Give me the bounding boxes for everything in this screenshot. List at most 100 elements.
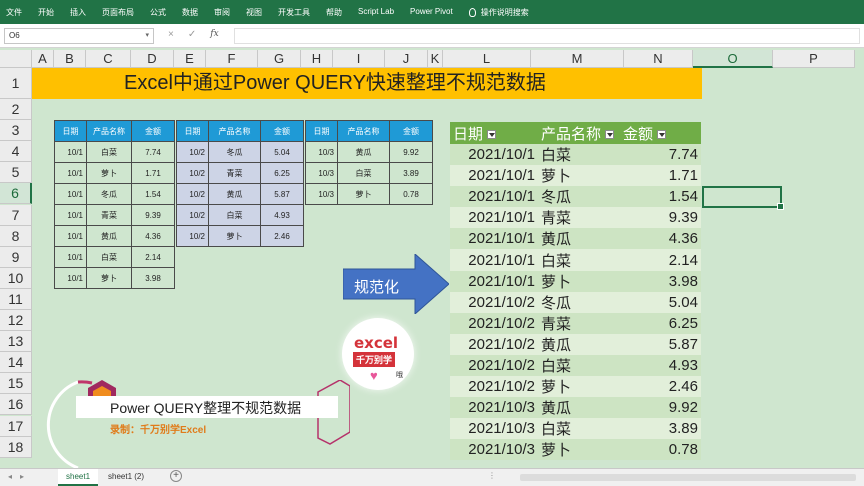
amount-cell[interactable]: 7.74	[620, 144, 701, 166]
amount-cell[interactable]: 0.78	[389, 183, 433, 205]
amount-cell[interactable]: 5.87	[260, 183, 304, 205]
amount-cell[interactable]: 6.25	[260, 162, 304, 184]
product-cell[interactable]: 萝卜	[337, 183, 390, 205]
amount-cell[interactable]: 1.54	[131, 183, 175, 205]
product-cell[interactable]: 黄瓜	[337, 141, 390, 163]
amount-cell[interactable]: 5.04	[260, 141, 304, 163]
product-cell[interactable]: 萝卜	[86, 267, 132, 289]
column-header-n[interactable]: N	[624, 50, 693, 68]
ribbon-tab[interactable]: Script Lab	[358, 7, 394, 18]
product-cell[interactable]: 白菜	[86, 141, 132, 163]
product-cell[interactable]: 萝卜	[538, 270, 620, 292]
amount-cell[interactable]: 4.36	[620, 228, 701, 250]
amount-cell[interactable]: 0.78	[620, 439, 701, 461]
row-header-15[interactable]: 15	[0, 373, 32, 395]
amount-cell[interactable]: 3.98	[131, 267, 175, 289]
amount-cell[interactable]: 4.93	[620, 354, 701, 377]
row-header-8[interactable]: 8	[0, 225, 32, 247]
product-cell[interactable]: 冬瓜	[208, 141, 261, 163]
cancel-icon[interactable]: ×	[168, 29, 174, 40]
amount-cell[interactable]: 2.14	[131, 246, 175, 268]
column-header-i[interactable]: I	[333, 50, 385, 68]
more-icon[interactable]: ⋮	[488, 471, 496, 480]
product-cell[interactable]: 白菜	[337, 162, 390, 184]
column-header-p[interactable]: P	[773, 50, 855, 68]
column-header-k[interactable]: K	[428, 50, 443, 68]
product-cell[interactable]: 黄瓜	[538, 333, 620, 355]
ribbon-tab[interactable]: 开始	[38, 7, 54, 18]
tell-me-search[interactable]: 操作说明搜索	[481, 7, 529, 18]
product-cell[interactable]: 黄瓜	[538, 397, 620, 419]
amount-cell[interactable]: 6.25	[620, 312, 701, 334]
column-header-d[interactable]: D	[131, 50, 174, 68]
amount-cell[interactable]: 2.14	[620, 249, 701, 271]
date-cell[interactable]: 2021/10/1	[450, 186, 538, 208]
amount-cell[interactable]: 4.36	[131, 225, 175, 247]
amount-cell[interactable]: 9.92	[620, 397, 701, 419]
row-header-4[interactable]: 4	[0, 141, 32, 163]
amount-cell[interactable]: 7.74	[131, 141, 175, 163]
sheet-tab[interactable]: sheet1 (2)	[100, 469, 152, 486]
product-cell[interactable]: 白菜	[538, 418, 620, 440]
ribbon-tab[interactable]: 数据	[182, 7, 198, 18]
product-cell[interactable]: 萝卜	[538, 439, 620, 461]
row-header-7[interactable]: 7	[0, 204, 32, 226]
date-cell[interactable]: 2021/10/2	[450, 376, 538, 398]
date-cell[interactable]: 2021/10/2	[450, 354, 538, 377]
ribbon-tab[interactable]: 帮助	[326, 7, 342, 18]
filter-dropdown-icon[interactable]	[605, 130, 615, 140]
date-cell[interactable]: 2021/10/3	[450, 397, 538, 419]
date-cell[interactable]: 2021/10/1	[450, 270, 538, 292]
product-cell[interactable]: 青菜	[86, 204, 132, 226]
product-cell[interactable]: 萝卜	[538, 376, 620, 398]
ribbon-tab[interactable]: 审阅	[214, 7, 230, 18]
amount-cell[interactable]: 9.92	[389, 141, 433, 163]
ribbon-tab[interactable]: 公式	[150, 7, 166, 18]
name-box[interactable]: O6 ▾	[4, 28, 154, 44]
column-header-f[interactable]: F	[206, 50, 258, 68]
amount-cell[interactable]: 5.04	[620, 291, 701, 313]
amount-cell[interactable]: 2.46	[260, 225, 304, 247]
select-all-corner[interactable]	[0, 50, 32, 68]
row-header-10[interactable]: 10	[0, 267, 32, 289]
sheet-nav-arrows[interactable]: ◂▸	[8, 472, 32, 481]
row-header-17[interactable]: 17	[0, 415, 32, 437]
date-cell[interactable]: 10/1	[54, 162, 87, 184]
product-cell[interactable]: 白菜	[86, 246, 132, 268]
row-header-5[interactable]: 5	[0, 162, 32, 184]
amount-cell[interactable]: 5.87	[620, 333, 701, 355]
product-cell[interactable]: 白菜	[538, 249, 620, 271]
date-cell[interactable]: 2021/10/1	[450, 249, 538, 271]
date-cell[interactable]: 10/1	[54, 246, 87, 268]
row-header-3[interactable]: 3	[0, 120, 32, 142]
add-sheet-icon[interactable]: +	[170, 470, 182, 482]
ribbon-tab[interactable]: 页面布局	[102, 7, 134, 18]
product-cell[interactable]: 白菜	[538, 354, 620, 377]
date-cell[interactable]: 2021/10/2	[450, 312, 538, 334]
date-cell[interactable]: 2021/10/1	[450, 165, 538, 187]
formula-input[interactable]	[234, 28, 860, 44]
insert-function-icon[interactable]: fx	[210, 29, 218, 40]
ribbon-tab[interactable]: 视图	[246, 7, 262, 18]
horizontal-scrollbar[interactable]	[520, 474, 856, 481]
date-cell[interactable]: 10/1	[54, 141, 87, 163]
row-header-9[interactable]: 9	[0, 246, 32, 268]
date-cell[interactable]: 10/1	[54, 204, 87, 226]
product-cell[interactable]: 萝卜	[538, 165, 620, 187]
amount-cell[interactable]: 3.98	[620, 270, 701, 292]
date-cell[interactable]: 2021/10/3	[450, 439, 538, 461]
ribbon-tab[interactable]: 插入	[70, 7, 86, 18]
filter-dropdown-icon[interactable]	[657, 130, 667, 140]
chevron-down-icon[interactable]: ▾	[145, 31, 149, 39]
amount-cell[interactable]: 1.54	[620, 186, 701, 208]
date-cell[interactable]: 10/2	[176, 162, 209, 184]
product-cell[interactable]: 青菜	[538, 312, 620, 334]
row-header-18[interactable]: 18	[0, 436, 32, 458]
date-cell[interactable]: 2021/10/1	[450, 144, 538, 166]
product-cell[interactable]: 黄瓜	[208, 183, 261, 205]
date-cell[interactable]: 10/2	[176, 141, 209, 163]
product-cell[interactable]: 冬瓜	[538, 291, 620, 313]
row-header-16[interactable]: 16	[0, 394, 32, 416]
date-cell[interactable]: 2021/10/1	[450, 228, 538, 250]
date-cell[interactable]: 10/3	[305, 162, 338, 184]
